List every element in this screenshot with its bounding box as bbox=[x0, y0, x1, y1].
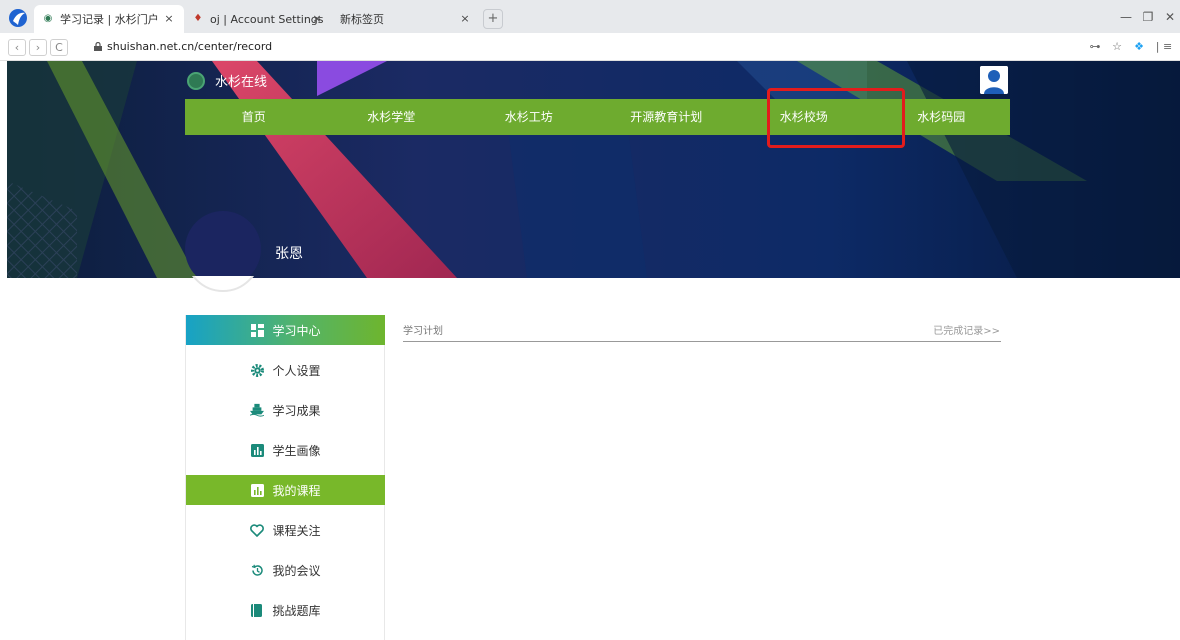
nav-shuishan-workshop[interactable]: 水杉工坊 bbox=[460, 99, 598, 135]
profile-avatar-border bbox=[185, 276, 261, 292]
tab-new-tab[interactable]: 新标签页 × bbox=[332, 5, 480, 33]
site-name: 水杉在线 bbox=[215, 75, 268, 90]
tab-title: 新标签页 bbox=[340, 13, 384, 26]
bar-chart-icon bbox=[250, 483, 264, 497]
shuishan-favicon-icon: ◉ bbox=[43, 13, 53, 24]
sidebar-item-student-portrait[interactable]: 学生画像 bbox=[186, 435, 385, 465]
bar-chart-icon bbox=[250, 443, 264, 457]
back-button[interactable]: ‹ bbox=[8, 39, 26, 56]
sidebar-item-learning-center[interactable]: 学习中心 bbox=[186, 315, 385, 345]
nav-open-education[interactable]: 开源教育计划 bbox=[598, 99, 736, 135]
nav-home[interactable]: 首页 bbox=[185, 99, 323, 135]
sidebar-item-label: 学习中心 bbox=[272, 323, 321, 338]
restore-icon[interactable]: ❐ bbox=[1140, 10, 1156, 24]
gear-icon bbox=[250, 363, 264, 377]
profile-avatar[interactable] bbox=[185, 211, 261, 278]
sidebar-item-personal-settings[interactable]: 个人设置 bbox=[186, 355, 385, 385]
tab-close-icon[interactable]: × bbox=[310, 12, 324, 26]
lock-icon bbox=[94, 42, 102, 51]
key-icon[interactable]: ⊶ bbox=[1088, 40, 1102, 53]
sidebar-item-my-courses[interactable]: 我的课程 bbox=[186, 475, 385, 505]
sidebar-item-label: 挑战题库 bbox=[272, 603, 321, 618]
tree-logo-icon bbox=[187, 71, 205, 90]
bookmark-star-icon[interactable]: ☆ bbox=[1110, 40, 1124, 53]
sidebar-item-label: 学习成果 bbox=[272, 403, 321, 418]
divider bbox=[403, 341, 1001, 342]
nav-shuishan-academy[interactable]: 水杉学堂 bbox=[323, 99, 461, 135]
sidebar-item-course-follow[interactable]: 课程关注 bbox=[186, 515, 385, 545]
sidebar-item-label: 我的课程 bbox=[272, 483, 321, 498]
completed-records-link[interactable]: 已完成记录>> bbox=[933, 322, 1000, 337]
book-icon bbox=[250, 603, 264, 617]
user-avatar-icon[interactable] bbox=[980, 66, 1008, 94]
tab-title: oj | Account Settings bbox=[210, 12, 324, 26]
extension-icon[interactable]: ❖ bbox=[1132, 40, 1146, 53]
address-bar: ‹ › C shuishan.net.cn/center/record ⊶ ☆ … bbox=[0, 33, 1180, 61]
sidebar-item-label: 我的会议 bbox=[272, 563, 321, 578]
highlight-box bbox=[767, 88, 905, 148]
grid-icon bbox=[250, 323, 264, 337]
minimize-icon[interactable]: — bbox=[1118, 10, 1134, 24]
user-name: 张恩 bbox=[275, 246, 303, 262]
browser-tab-bar: ◉ 学习记录 | 水杉门户 × ♦ oj | Account Settings … bbox=[0, 0, 1180, 33]
sidebar: 学习中心 个人设置 学习成果 学生画像 我的课程 课程关注 我的会议 挑战题库 bbox=[185, 315, 385, 640]
tab-oj-settings[interactable]: ♦ oj | Account Settings × bbox=[184, 5, 332, 33]
browser-logo-icon[interactable] bbox=[8, 8, 28, 28]
sidebar-item-label: 学生画像 bbox=[272, 443, 321, 458]
forward-button[interactable]: › bbox=[29, 39, 47, 56]
tab-study-plan[interactable]: 学习计划 bbox=[403, 322, 443, 337]
site-logo[interactable]: 水杉在线 bbox=[187, 71, 267, 90]
tab-close-icon[interactable]: × bbox=[162, 12, 176, 26]
browser-menu-icon[interactable]: | ≡ bbox=[1150, 40, 1178, 53]
ship-icon bbox=[250, 403, 265, 417]
sidebar-item-my-meetings[interactable]: 我的会议 bbox=[186, 555, 385, 585]
sidebar-item-challenge-bank[interactable]: 挑战题库 bbox=[186, 595, 385, 625]
heart-icon bbox=[250, 523, 265, 537]
history-icon bbox=[250, 563, 264, 577]
new-tab-button[interactable]: + bbox=[483, 9, 503, 29]
sidebar-item-achievements[interactable]: 学习成果 bbox=[186, 395, 385, 425]
sidebar-item-label: 个人设置 bbox=[272, 363, 321, 378]
reload-button[interactable]: C bbox=[50, 39, 68, 56]
oj-favicon-icon: ♦ bbox=[193, 13, 203, 24]
url-input[interactable]: shuishan.net.cn/center/record bbox=[107, 40, 272, 53]
sidebar-item-label: 课程关注 bbox=[272, 523, 321, 538]
tab-study-record[interactable]: ◉ 学习记录 | 水杉门户 × bbox=[34, 5, 184, 33]
close-window-icon[interactable]: ✕ bbox=[1162, 10, 1178, 24]
hero-banner: 水杉在线 首页 水杉学堂 水杉工坊 开源教育计划 水杉校场 水杉码园 张恩 bbox=[7, 61, 1180, 278]
tab-close-icon[interactable]: × bbox=[458, 12, 472, 26]
tab-title: 学习记录 | 水杉门户 bbox=[60, 13, 159, 26]
